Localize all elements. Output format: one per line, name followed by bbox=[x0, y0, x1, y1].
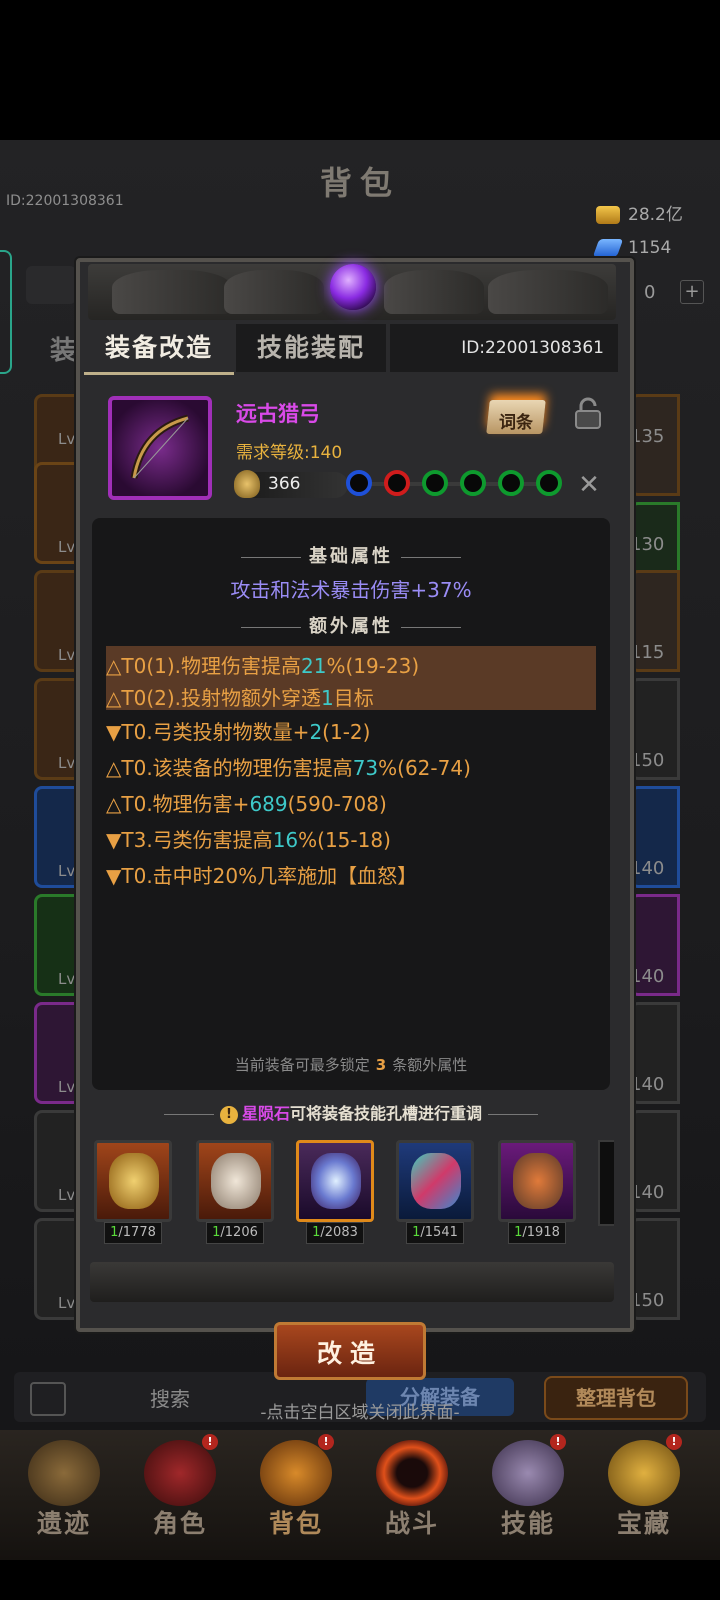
affix-row[interactable]: ▼T0.击中时20%几率施加【血怒】 bbox=[106, 860, 417, 889]
material-count: 1/1206 bbox=[206, 1222, 264, 1244]
star-crystal-icon bbox=[311, 1153, 361, 1209]
warning-icon: ! bbox=[219, 1105, 238, 1124]
slot-level-value: 140 bbox=[630, 1074, 665, 1095]
slot-level-label: Lv bbox=[58, 754, 76, 772]
affix-row[interactable]: △T0.物理伤害+689(590-708) bbox=[106, 788, 387, 817]
slot-level-value: 140 bbox=[630, 966, 665, 987]
gem-counter: 1154 bbox=[592, 238, 671, 258]
gold-coins-icon bbox=[596, 206, 620, 224]
fire-portal-icon bbox=[376, 1440, 448, 1506]
slot-level-label: Lv bbox=[58, 862, 76, 880]
item-level-requirement: 需求等级:140 bbox=[236, 443, 343, 463]
slot-level-label: Lv bbox=[58, 1294, 76, 1312]
base-attribute: 攻击和法术暴击伤害+37% bbox=[230, 578, 472, 602]
nav-treasure[interactable]: ! 宝藏 bbox=[588, 1434, 700, 1550]
material-slot-selected[interactable] bbox=[296, 1140, 374, 1222]
crossed-swords-icon[interactable]: ✕ bbox=[574, 470, 604, 500]
slot-level-label: Lv bbox=[58, 1078, 76, 1096]
nav-skills[interactable]: ! 技能 bbox=[472, 1434, 584, 1550]
slot-level-label: Lv bbox=[58, 538, 76, 556]
slot-level-value: 140 bbox=[630, 1182, 665, 1203]
combat-power-value: 366 bbox=[268, 474, 301, 494]
notification-badge: ! bbox=[666, 1434, 682, 1450]
reforge-button[interactable]: 改造 bbox=[274, 1322, 426, 1380]
hooded-character-icon bbox=[144, 1440, 216, 1506]
slot-level-label: Lv bbox=[58, 430, 76, 448]
left-gargoyle-ornament bbox=[224, 270, 324, 314]
slot-level-value: 115 bbox=[630, 642, 665, 663]
extra-attributes-heading: 额外属性 bbox=[92, 612, 610, 638]
material-count: 1/2083 bbox=[306, 1222, 364, 1244]
affix-row[interactable]: △T0.该装备的物理伤害提高73%(62-74) bbox=[106, 752, 471, 781]
socket-green[interactable] bbox=[498, 470, 524, 496]
bag-left-tab[interactable]: 装 bbox=[50, 330, 76, 367]
material-slot[interactable] bbox=[94, 1140, 172, 1222]
material-count: 1/1541 bbox=[406, 1222, 464, 1244]
close-hint: -点击空白区域关闭此界面- bbox=[260, 1403, 460, 1423]
material-slot[interactable] bbox=[498, 1140, 576, 1222]
slot-level-value: 140 bbox=[630, 858, 665, 879]
material-count: 1/1778 bbox=[104, 1222, 162, 1244]
right-gargoyle-ornament bbox=[384, 270, 484, 314]
affix-row[interactable]: ▼T3.弓类伤害提高16%(15-18) bbox=[106, 824, 391, 853]
category-button[interactable] bbox=[26, 266, 76, 304]
item-slot[interactable] bbox=[108, 396, 212, 500]
blue-gem-icon bbox=[592, 239, 624, 257]
tab-equipment-reforge[interactable]: 装备改造 bbox=[84, 324, 234, 375]
side-panel-edge[interactable] bbox=[0, 250, 12, 374]
notification-badge: ! bbox=[202, 1434, 218, 1450]
combat-power-icon bbox=[234, 470, 260, 498]
item-owner-id: ID:22001308361 bbox=[461, 338, 604, 358]
affix-row[interactable]: ▼T0.弓类投射物数量+2(1-2) bbox=[106, 716, 370, 745]
lock-limit-note: 当前装备可最多锁定 3 条额外属性 bbox=[234, 1056, 468, 1074]
nav-character[interactable]: ! 角色 bbox=[124, 1434, 236, 1550]
slot-level-value: 150 bbox=[630, 750, 665, 771]
socket-red[interactable] bbox=[384, 470, 410, 496]
affix-row[interactable]: △T0(2).投射物额外穿透1目标 bbox=[106, 682, 374, 711]
treasure-chest-icon bbox=[608, 1440, 680, 1506]
left-wing-ornament bbox=[112, 270, 232, 314]
right-wing-ornament bbox=[488, 270, 608, 314]
prism-ore-icon bbox=[411, 1153, 461, 1209]
base-attributes-heading: 基础属性 bbox=[92, 542, 610, 568]
nav-bag[interactable]: ! 背包 bbox=[240, 1434, 352, 1550]
golden-orb-icon bbox=[109, 1153, 159, 1209]
tab-skill-socket[interactable]: 技能装配 bbox=[236, 324, 386, 372]
affix-button-label: 词条 bbox=[499, 413, 533, 433]
material-slot[interactable] bbox=[396, 1140, 474, 1222]
nav-relics[interactable]: 遗迹 bbox=[8, 1440, 120, 1550]
slot-level-label: Lv bbox=[58, 1186, 76, 1204]
notification-badge: ! bbox=[318, 1434, 334, 1450]
material-count: 1/1918 bbox=[508, 1222, 566, 1244]
resource-counter: 0 bbox=[644, 282, 656, 303]
socket-green[interactable] bbox=[460, 470, 486, 496]
affix-row[interactable]: △T0(1).物理伤害提高21%(19-23) bbox=[106, 650, 419, 679]
ancient-bow-icon bbox=[130, 414, 189, 479]
slot-level-value: 130 bbox=[630, 534, 665, 555]
socket-green[interactable] bbox=[536, 470, 562, 496]
material-slot[interactable] bbox=[196, 1140, 274, 1222]
relic-totem-icon bbox=[28, 1440, 100, 1506]
slot-level-label: Lv bbox=[58, 970, 76, 988]
socket-blue[interactable] bbox=[346, 470, 372, 496]
slot-level-label: Lv bbox=[58, 646, 76, 664]
slot-level-value: 135 bbox=[630, 426, 665, 447]
nav-battle[interactable]: 战斗 bbox=[356, 1440, 468, 1550]
lock-icon[interactable] bbox=[572, 396, 604, 430]
modal-bottom-ornament bbox=[90, 1262, 614, 1302]
socket-green[interactable] bbox=[422, 470, 448, 496]
purple-orb-icon bbox=[330, 264, 376, 310]
notification-badge: ! bbox=[550, 1434, 566, 1450]
armor-bag-icon bbox=[260, 1440, 332, 1506]
item-name: 远古猎弓 bbox=[236, 402, 320, 426]
player-id: ID:22001308361 bbox=[6, 193, 124, 209]
twin-masks-icon bbox=[211, 1153, 261, 1209]
star-stone-hint: ! 星陨石可将装备技能孔槽进行重调 bbox=[84, 1100, 618, 1124]
slot-level-value: 150 bbox=[630, 1290, 665, 1311]
ember-ore-icon bbox=[513, 1153, 563, 1209]
material-slot-partial[interactable] bbox=[598, 1140, 614, 1226]
gold-counter: 28.2亿 bbox=[596, 200, 683, 225]
spellbook-icon bbox=[492, 1440, 564, 1506]
add-resource-button[interactable]: + bbox=[680, 280, 704, 304]
